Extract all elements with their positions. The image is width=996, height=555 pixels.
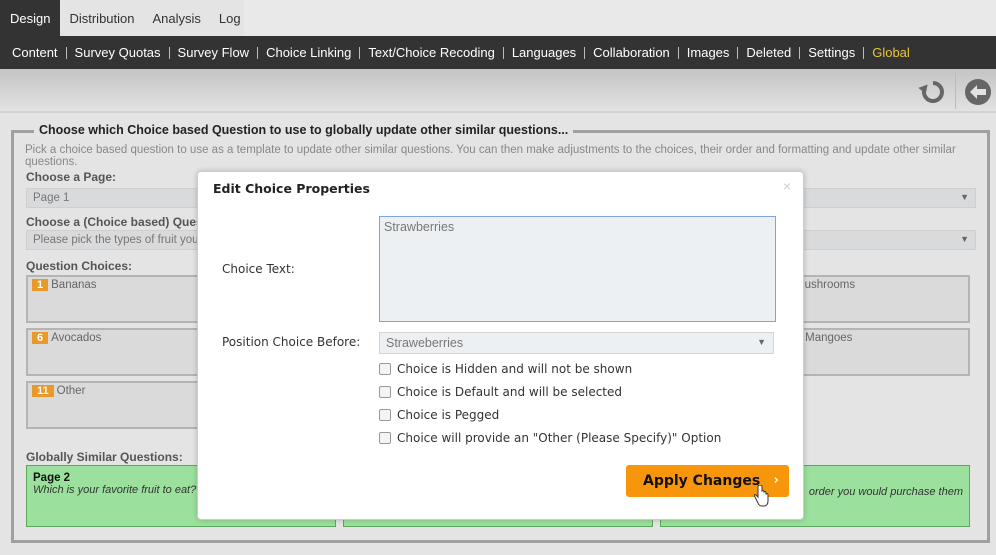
choice-text: Bananas bbox=[51, 279, 97, 291]
page-select-value: Page 1 bbox=[33, 192, 70, 204]
choices-label: Question Choices: bbox=[26, 259, 133, 273]
divider bbox=[502, 46, 504, 59]
top-tabs-filler bbox=[244, 0, 996, 36]
nav-global[interactable]: Global bbox=[872, 45, 910, 60]
nav-survey-flow[interactable]: Survey Flow bbox=[178, 45, 250, 60]
top-tabs: Design Distribution Analysis Log bbox=[0, 0, 996, 37]
pegged-checkbox[interactable]: Choice is Pegged bbox=[379, 408, 499, 422]
nav-choice-linking[interactable]: Choice Linking bbox=[266, 45, 351, 60]
similar-question: Which is your favorite fruit to eat? bbox=[33, 484, 197, 496]
checkbox-icon[interactable] bbox=[379, 409, 391, 421]
back-arrow-icon[interactable] bbox=[963, 77, 993, 107]
chevron-down-icon: ▼ bbox=[757, 337, 766, 347]
checkbox-icon[interactable] bbox=[379, 432, 391, 444]
panel-description: Pick a choice based question to use as a… bbox=[25, 144, 956, 168]
choice-item[interactable]: 6 Avocados bbox=[26, 328, 216, 376]
nav-text-choice-recoding[interactable]: Text/Choice Recoding bbox=[368, 45, 494, 60]
nav-survey-quotas[interactable]: Survey Quotas bbox=[75, 45, 161, 60]
position-label: Position Choice Before: bbox=[222, 335, 361, 349]
checkbox-icon[interactable] bbox=[379, 363, 391, 375]
checkbox-label: Choice is Default and will be selected bbox=[397, 385, 623, 399]
choice-item[interactable]: 0Mangoes bbox=[780, 328, 970, 376]
nav-images[interactable]: Images bbox=[687, 45, 730, 60]
similar-label: Globally Similar Questions: bbox=[26, 450, 183, 464]
checkbox-icon[interactable] bbox=[379, 386, 391, 398]
nav-deleted[interactable]: Deleted bbox=[746, 45, 791, 60]
question-label: Choose a (Choice based) Questi bbox=[26, 215, 211, 229]
question-select-value: Please pick the types of fruit you r bbox=[33, 234, 206, 246]
divider bbox=[257, 46, 259, 59]
chevron-right-icon: › bbox=[773, 473, 779, 488]
divider bbox=[863, 46, 865, 59]
position-select-value: Straweberries bbox=[386, 336, 464, 350]
choice-item[interactable]: Mushrooms bbox=[780, 275, 970, 323]
choice-text-input[interactable]: Strawberries bbox=[379, 216, 776, 322]
apply-changes-label: Apply Changes bbox=[643, 473, 761, 489]
choice-number-badge: 6 bbox=[32, 332, 49, 344]
checkbox-label: Choice is Pegged bbox=[397, 408, 500, 422]
choice-item[interactable]: 11 Other bbox=[26, 381, 216, 429]
chevron-down-icon: ▼ bbox=[960, 192, 969, 202]
divider bbox=[677, 46, 679, 59]
choice-text: Mushrooms bbox=[795, 279, 856, 291]
tab-analysis[interactable]: Analysis bbox=[144, 0, 210, 37]
tab-distribution[interactable]: Distribution bbox=[60, 0, 143, 37]
choice-number-badge: 1 bbox=[32, 279, 49, 291]
divider bbox=[65, 46, 67, 59]
divider bbox=[168, 46, 170, 59]
page-label: Choose a Page: bbox=[26, 170, 117, 184]
divider bbox=[737, 46, 739, 59]
toolbar-divider bbox=[955, 73, 956, 109]
divider bbox=[584, 46, 586, 59]
hand-cursor-icon bbox=[753, 485, 769, 507]
choice-item[interactable]: 1 Bananas bbox=[26, 275, 216, 323]
nav-languages[interactable]: Languages bbox=[512, 45, 576, 60]
tab-design[interactable]: Design bbox=[0, 0, 61, 37]
divider bbox=[799, 46, 801, 59]
toolbar bbox=[0, 69, 996, 113]
modal-title: Edit Choice Properties bbox=[213, 181, 370, 196]
choice-text: Avocados bbox=[51, 332, 102, 344]
checkbox-label: Choice is Hidden and will not be shown bbox=[397, 362, 633, 376]
tab-log[interactable]: Log bbox=[210, 0, 250, 37]
sub-navigation: Content Survey Quotas Survey Flow Choice… bbox=[0, 36, 996, 69]
similar-question: order you would purchase them bbox=[808, 486, 963, 498]
choice-text-label: Choice Text: bbox=[222, 262, 295, 276]
divider bbox=[359, 46, 361, 59]
choice-text: Mangoes bbox=[805, 332, 853, 344]
panel-legend: Choose which Choice based Question to us… bbox=[34, 123, 574, 137]
hidden-checkbox[interactable]: Choice is Hidden and will not be shown bbox=[379, 362, 632, 376]
nav-content[interactable]: Content bbox=[12, 45, 58, 60]
chevron-down-icon: ▼ bbox=[960, 234, 969, 244]
close-icon[interactable]: × bbox=[783, 178, 791, 194]
refresh-icon[interactable] bbox=[918, 77, 948, 107]
position-select[interactable]: Straweberries ▼ bbox=[379, 332, 774, 354]
choice-text: Other bbox=[56, 385, 86, 397]
checkbox-label: Choice will provide an "Other (Please Sp… bbox=[397, 431, 722, 445]
edit-choice-modal: Edit Choice Properties × Choice Text: St… bbox=[197, 171, 804, 520]
default-checkbox[interactable]: Choice is Default and will be selected bbox=[379, 385, 622, 399]
other-specify-checkbox[interactable]: Choice will provide an "Other (Please Sp… bbox=[379, 431, 721, 445]
choice-number-badge: 11 bbox=[32, 385, 54, 397]
nav-settings[interactable]: Settings bbox=[808, 45, 855, 60]
nav-collaboration[interactable]: Collaboration bbox=[593, 45, 670, 60]
